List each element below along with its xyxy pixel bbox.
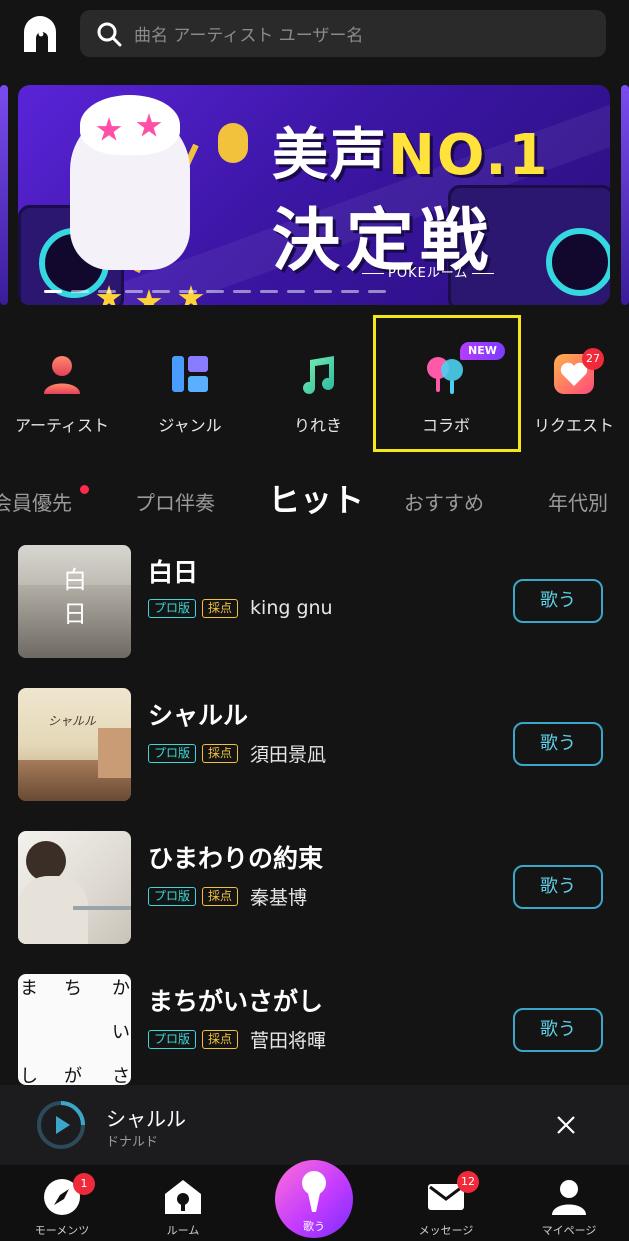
tab-hit[interactable]: ヒット bbox=[268, 475, 364, 521]
moments-badge: 1 bbox=[73, 1173, 95, 1195]
category-history[interactable]: りれき bbox=[263, 340, 373, 452]
album-art bbox=[18, 831, 131, 944]
scoring-tag: 採点 bbox=[202, 744, 239, 763]
category-genre[interactable]: ジャンル bbox=[135, 340, 245, 452]
song-title: シャルル bbox=[148, 701, 249, 730]
artist-name: 秦基博 bbox=[250, 887, 308, 909]
song-title: ひまわりの約束 bbox=[148, 844, 324, 873]
new-badge: NEW bbox=[460, 342, 505, 360]
category-label: りれき bbox=[293, 416, 342, 435]
genre-icon bbox=[172, 356, 208, 392]
nav-label: モーメンツ bbox=[34, 1224, 90, 1237]
artist-name: 須田景凪 bbox=[250, 744, 327, 766]
nav-mypage[interactable]: マイページ bbox=[514, 1165, 624, 1241]
nav-label: ルーム bbox=[166, 1224, 200, 1237]
album-art-text: 白日 bbox=[63, 566, 87, 628]
search-bar[interactable]: 曲名 アーティスト ユーザー名 bbox=[80, 10, 606, 57]
album-art: シャルル bbox=[18, 688, 131, 801]
mic-icon bbox=[302, 1171, 326, 1212]
scoring-tag: 採点 bbox=[202, 598, 239, 618]
category-label: リクエスト bbox=[533, 416, 614, 435]
messages-badge: 12 bbox=[457, 1171, 479, 1193]
category-artist[interactable]: アーティスト bbox=[7, 340, 117, 452]
song-row[interactable]: シャルル シャルル プロ版 採点 須田景凪 歌う bbox=[0, 688, 629, 808]
microphone-illustration bbox=[218, 123, 248, 163]
play-icon[interactable] bbox=[36, 1100, 86, 1150]
pro-version-tag: プロ版 bbox=[148, 1030, 197, 1049]
user-icon bbox=[552, 1180, 586, 1215]
nav-label: 歌う bbox=[303, 1220, 325, 1233]
nav-moments[interactable]: 1 モーメンツ bbox=[7, 1165, 117, 1241]
artist-name: king gnu bbox=[250, 597, 333, 619]
promo-banner[interactable]: 美声NO.1 決定戦 POKEルーム bbox=[18, 85, 610, 305]
nav-label: マイページ bbox=[541, 1224, 597, 1237]
search-placeholder: 曲名 アーティスト ユーザー名 bbox=[134, 26, 364, 46]
nav-messages[interactable]: 12 メッセージ bbox=[391, 1165, 501, 1241]
artist-icon bbox=[44, 356, 80, 394]
banner-caption: POKEルーム bbox=[358, 262, 498, 281]
tab-recommended[interactable]: おすすめ bbox=[404, 487, 484, 516]
now-playing-bar[interactable]: シャルル ドナルド bbox=[0, 1085, 629, 1165]
history-icon bbox=[303, 356, 334, 394]
sing-button[interactable]: 歌う bbox=[513, 1008, 603, 1052]
nav-room[interactable]: ルーム bbox=[128, 1165, 238, 1241]
close-icon[interactable] bbox=[552, 1111, 580, 1139]
now-playing-artist: ドナルド bbox=[106, 1135, 159, 1150]
app-logo bbox=[24, 16, 56, 52]
carousel-dots bbox=[44, 290, 386, 293]
room-icon bbox=[165, 1180, 201, 1214]
pro-version-tag: プロ版 bbox=[148, 887, 197, 906]
request-count-badge: 27 bbox=[582, 348, 604, 370]
pro-version-tag: プロ版 bbox=[148, 598, 197, 618]
now-playing-title: シャルル bbox=[106, 1107, 186, 1131]
banner-prev-peek[interactable] bbox=[0, 85, 8, 305]
scoring-tag: 採点 bbox=[202, 1030, 239, 1049]
artist-name: 菅田将暉 bbox=[250, 1030, 327, 1052]
nav-sing-button[interactable]: 歌う bbox=[275, 1160, 353, 1238]
category-label: アーティスト bbox=[14, 416, 110, 435]
tab-by-era[interactable]: 年代別 bbox=[548, 487, 608, 516]
pro-version-tag: プロ版 bbox=[148, 744, 197, 763]
tab-pro-accompaniment[interactable]: プロ伴奏 bbox=[135, 487, 215, 516]
album-art: ま ち か い し が さ bbox=[18, 974, 131, 1085]
song-title: まちがいさがし bbox=[148, 987, 324, 1016]
banner-title-line1: 美声NO.1 bbox=[272, 123, 550, 188]
song-title: 白日 bbox=[148, 558, 199, 587]
collab-highlight-box bbox=[373, 315, 521, 452]
album-art-text: シャルル bbox=[48, 714, 97, 728]
tab-member-priority[interactable]: 会員優先 bbox=[0, 487, 72, 516]
song-row[interactable]: ひまわりの約束 プロ版 採点 秦基博 歌う bbox=[0, 831, 629, 951]
notification-dot bbox=[80, 485, 89, 494]
song-row[interactable]: ま ち か い し が さ まちがいさがし プロ版 採点 菅田将暉 歌う bbox=[0, 974, 629, 1094]
sing-button[interactable]: 歌う bbox=[513, 722, 603, 766]
category-label: ジャンル bbox=[158, 416, 222, 435]
nav-label: メッセージ bbox=[418, 1224, 474, 1237]
sing-button[interactable]: 歌う bbox=[513, 579, 603, 623]
search-icon bbox=[97, 22, 122, 46]
category-request[interactable]: リクエスト bbox=[519, 340, 629, 452]
scoring-tag: 採点 bbox=[202, 887, 239, 906]
sing-button[interactable]: 歌う bbox=[513, 865, 603, 909]
banner-next-peek[interactable] bbox=[621, 85, 629, 305]
song-row[interactable]: 白日 白日 プロ版 採点 king gnu 歌う bbox=[0, 545, 629, 665]
album-art: 白日 bbox=[18, 545, 131, 658]
